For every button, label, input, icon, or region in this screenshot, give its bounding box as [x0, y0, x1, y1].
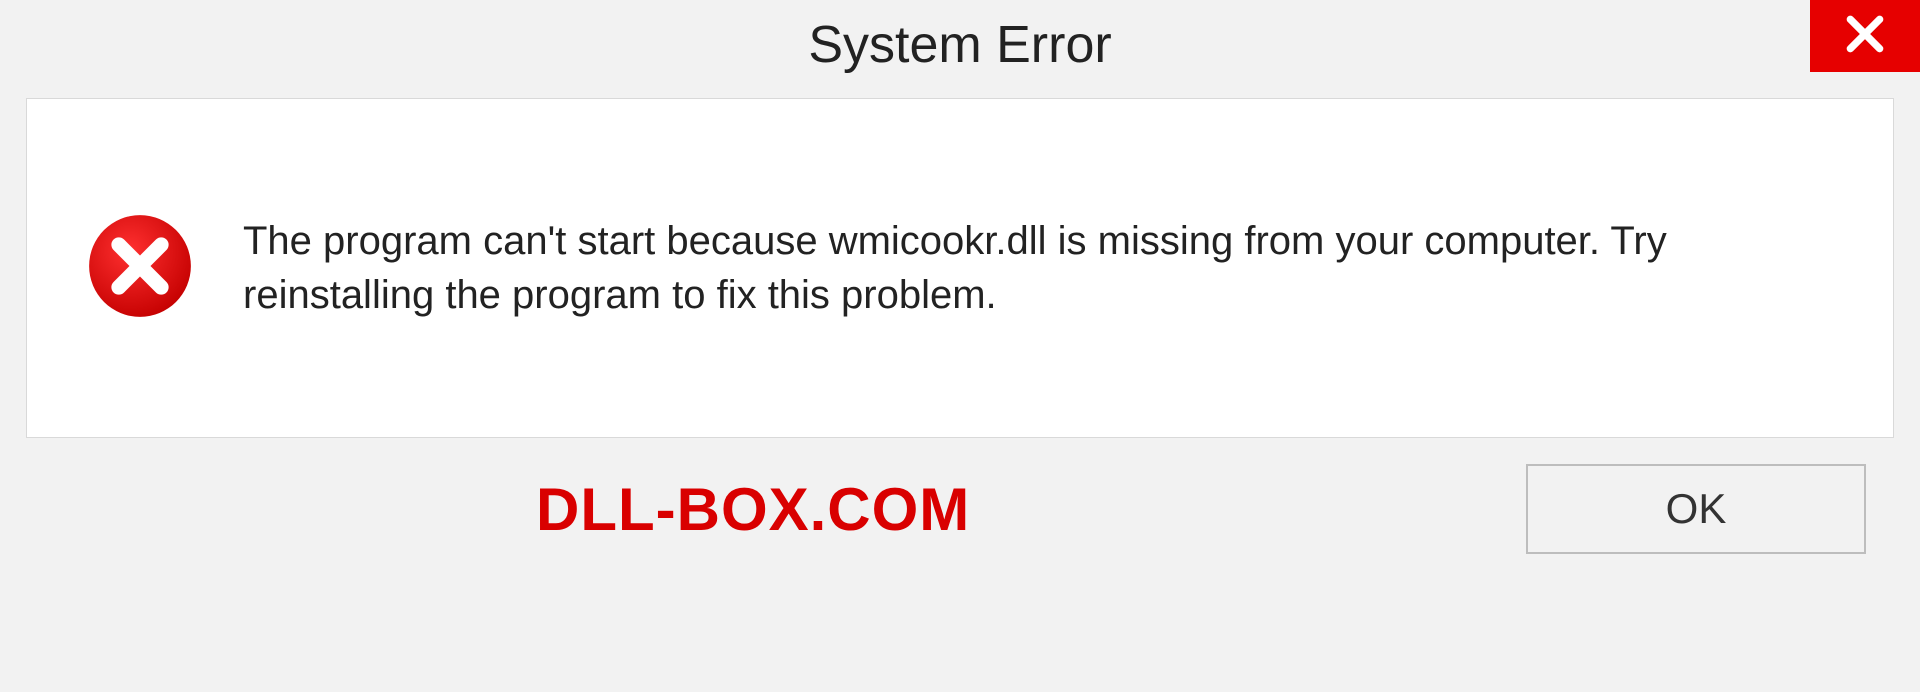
dialog-title: System Error	[808, 15, 1111, 75]
error-icon	[87, 213, 193, 324]
ok-button[interactable]: OK	[1526, 464, 1866, 554]
footer: DLL-BOX.COM OK	[26, 454, 1894, 554]
close-button[interactable]	[1810, 0, 1920, 72]
ok-button-label: OK	[1666, 485, 1727, 533]
titlebar: System Error	[0, 0, 1920, 90]
close-icon	[1843, 12, 1887, 61]
error-message: The program can't start because wmicookr…	[243, 214, 1833, 322]
content-panel: The program can't start because wmicookr…	[26, 98, 1894, 438]
watermark-text: DLL-BOX.COM	[536, 475, 970, 544]
